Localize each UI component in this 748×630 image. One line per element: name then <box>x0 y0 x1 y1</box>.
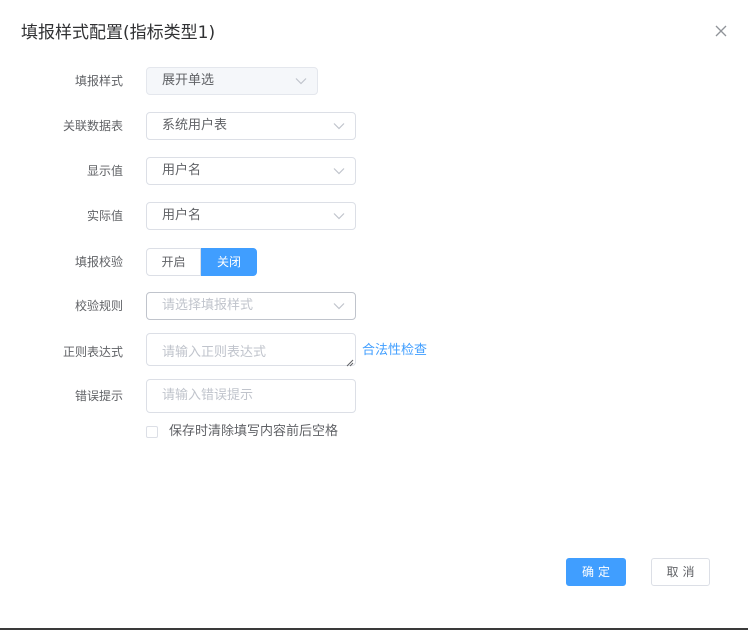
regex-check-link[interactable]: 合法性检查 <box>362 342 427 360</box>
config-dialog: 填报样式配置(指标类型1) 填报样式 展开单选 关联数据表 系统用户表 显示值 … <box>0 0 748 630</box>
validation-off-button[interactable]: 关闭 <box>201 248 257 276</box>
cancel-button[interactable]: 取消 <box>651 558 710 586</box>
display-value-value: 用户名 <box>162 163 202 178</box>
display-value-label: 显示值 <box>86 164 123 178</box>
regex-label: 正则表达式 <box>62 345 123 359</box>
validation-rule-select[interactable]: 请选择填报样式 <box>146 292 356 320</box>
resize-handle-icon[interactable] <box>346 356 354 367</box>
error-hint-input[interactable]: 请输入错误提示 <box>146 379 356 413</box>
actual-value-value: 用户名 <box>162 208 202 223</box>
chevron-down-icon <box>333 167 345 175</box>
linked-table-value: 系统用户表 <box>162 118 228 133</box>
linked-table-label: 关联数据表 <box>62 119 123 133</box>
display-value-select[interactable]: 用户名 <box>146 157 356 185</box>
validation-on-button[interactable]: 开启 <box>146 248 201 276</box>
close-icon[interactable] <box>714 24 728 38</box>
linked-table-select[interactable]: 系统用户表 <box>146 112 356 140</box>
actual-value-label: 实际值 <box>86 209 123 223</box>
dialog-title: 填报样式配置(指标类型1) <box>21 23 216 43</box>
fill-style-label: 填报样式 <box>74 74 123 88</box>
chevron-down-icon <box>333 122 345 130</box>
regex-placeholder: 请输入正则表达式 <box>162 345 267 360</box>
validation-label: 填报校验 <box>74 255 123 269</box>
trim-checkbox-label: 保存时清除填写内容前后空格 <box>169 424 339 439</box>
fill-style-select[interactable]: 展开单选 <box>146 67 318 95</box>
trim-option[interactable]: 保存时清除填写内容前后空格 <box>146 423 338 441</box>
validation-rule-placeholder: 请选择填报样式 <box>162 298 254 313</box>
chevron-down-icon <box>295 77 307 85</box>
error-hint-label: 错误提示 <box>74 389 123 403</box>
error-hint-placeholder: 请输入错误提示 <box>162 388 254 403</box>
regex-textarea[interactable]: 请输入正则表达式 <box>146 333 356 367</box>
validation-toggle-group: 开启 关闭 <box>146 248 257 276</box>
trim-checkbox[interactable] <box>146 426 158 438</box>
confirm-button[interactable]: 确定 <box>566 558 626 586</box>
chevron-down-icon <box>333 212 345 220</box>
actual-value-select[interactable]: 用户名 <box>146 202 356 230</box>
validation-rule-label: 校验规则 <box>74 299 123 313</box>
fill-style-value: 展开单选 <box>162 73 215 88</box>
chevron-down-icon <box>333 302 345 310</box>
